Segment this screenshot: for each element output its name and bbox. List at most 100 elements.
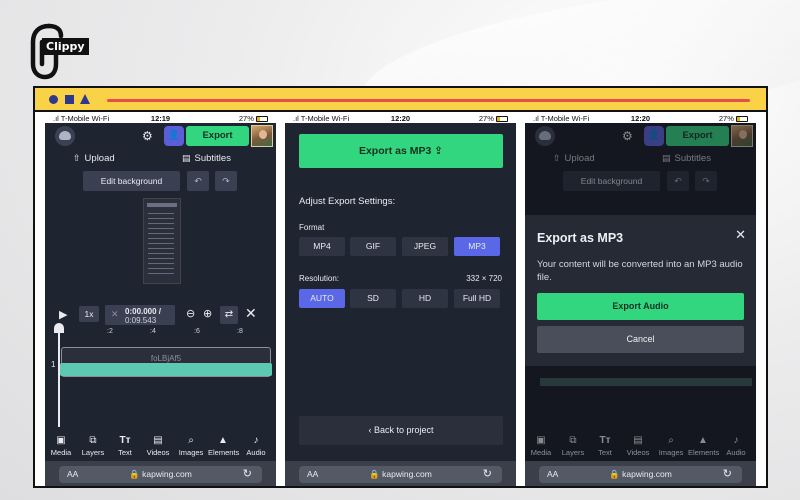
browser-frame: .ıl T-Mobile Wi-Fi 12:19 27% ⚙ 👤 Export … xyxy=(33,86,768,488)
text-icon: Tт xyxy=(119,435,131,446)
edit-background-button: Edit background xyxy=(563,171,660,191)
close-timeline-icon[interactable]: ✕ xyxy=(245,305,257,322)
address-field[interactable]: AA 🔒 kapwing.com ↻ xyxy=(299,466,502,483)
player-controls: ▶ 1x ✕ 0:00.000 / 0:09.543 ⊖ ⊕ ⇄ ✕ xyxy=(45,303,276,327)
square-icon xyxy=(65,95,74,104)
elements-icon: ▲ xyxy=(218,435,228,446)
format-mp4[interactable]: MP4 xyxy=(299,237,345,256)
reload-icon[interactable]: ↻ xyxy=(483,467,492,480)
brand-name: Clippy xyxy=(42,38,89,55)
ruler-tick: :6 xyxy=(194,328,200,335)
resolution-full-hd[interactable]: Full HD xyxy=(454,289,500,308)
close-icon[interactable]: ✕ xyxy=(735,227,746,243)
media-icon: ▣ xyxy=(56,435,66,446)
export-button: Export xyxy=(666,126,729,146)
export-audio-button[interactable]: Export Audio xyxy=(537,293,744,320)
modal-title: Export as MP3 xyxy=(537,231,624,245)
format-label: Format xyxy=(299,223,325,232)
play-icon[interactable]: ▶ xyxy=(59,308,67,321)
redo-icon[interactable]: ↷ xyxy=(215,171,237,191)
phone-screen-editor: .ıl T-Mobile Wi-Fi 12:19 27% ⚙ 👤 Export … xyxy=(45,113,276,486)
reload-icon[interactable]: ↻ xyxy=(243,467,252,480)
current-time: 0:00.000 / xyxy=(125,307,162,316)
user-avatar xyxy=(731,125,753,147)
lock-icon: 🔒 xyxy=(129,469,143,479)
reload-icon[interactable]: ↻ xyxy=(723,467,732,480)
text-icon: Tт xyxy=(599,435,611,446)
format-gif[interactable]: GIF xyxy=(350,237,396,256)
clip-label: foLBjAf5 xyxy=(150,354,182,363)
edit-background-button[interactable]: Edit background xyxy=(83,171,180,191)
status-bar: .ıl T-Mobile Wi-Fi 12:20 27% xyxy=(525,113,756,123)
back-to-project-button[interactable]: ‹ Back to project xyxy=(299,416,503,445)
phone-screen-export-modal: .ıl T-Mobile Wi-Fi 12:20 27% ⚙ 👤 Export … xyxy=(525,113,756,486)
tool-layers: ⧉ Layers xyxy=(558,435,588,457)
tool-videos: ▤ Videos xyxy=(623,435,653,457)
modal-message: Your content will be converted into an M… xyxy=(537,259,743,283)
lock-icon: 🔒 xyxy=(609,469,623,479)
upload-button[interactable]: ⇧ Upload xyxy=(73,153,115,164)
subtitles-button[interactable]: ▤ Subtitles xyxy=(182,153,231,164)
subtitles-button: ▤ Subtitles xyxy=(662,153,711,164)
lock-icon: 🔒 xyxy=(369,469,383,479)
workspace-avatar[interactable] xyxy=(55,126,75,146)
layers-icon: ⧉ xyxy=(569,435,577,446)
ruler-tick: :4 xyxy=(150,328,156,335)
upload-row: ⇧ Upload ▤ Subtitles xyxy=(45,149,276,169)
close-icon[interactable]: ✕ xyxy=(111,309,119,320)
tool-images[interactable]: ⌕ Images xyxy=(176,435,206,457)
tool-elements[interactable]: ▲ Elements xyxy=(208,435,239,457)
share-icon: ⇪ xyxy=(434,145,444,157)
subtitles-icon: ▤ xyxy=(182,153,191,163)
triangle-icon xyxy=(80,94,90,104)
videos-icon: ▤ xyxy=(633,435,643,446)
safari-url-bar: AA 🔒 kapwing.com ↻ xyxy=(285,461,516,486)
audio-waveform[interactable] xyxy=(60,363,272,376)
gear-icon[interactable]: ⚙ xyxy=(142,129,153,143)
undo-icon[interactable]: ↶ xyxy=(187,171,209,191)
gear-icon: ⚙ xyxy=(622,129,633,143)
format-jpeg[interactable]: JPEG xyxy=(402,237,448,256)
user-avatar[interactable] xyxy=(251,125,273,147)
swap-icon[interactable]: ⇄ xyxy=(220,306,238,324)
address-field[interactable]: AA 🔒 kapwing.com ↻ xyxy=(539,466,742,483)
resolution-sd[interactable]: SD xyxy=(350,289,396,308)
circle-icon xyxy=(49,95,58,104)
timeline-ruler: 0 :2 :4 :6 :8 xyxy=(45,327,276,337)
speed-button[interactable]: 1x xyxy=(79,306,99,322)
tool-audio[interactable]: ♪ Audio xyxy=(241,435,271,457)
tool-videos[interactable]: ▤ Videos xyxy=(143,435,173,457)
resolution-auto[interactable]: AUTO xyxy=(299,289,345,308)
tool-media[interactable]: ▣ Media xyxy=(46,435,76,457)
playhead[interactable] xyxy=(54,323,64,427)
url-text: 🔒 kapwing.com xyxy=(369,469,432,479)
battery: 27% xyxy=(719,114,748,123)
resolution-label: Resolution: xyxy=(299,274,340,283)
tool-layers[interactable]: ⧉ Layers xyxy=(78,435,108,457)
undo-icon: ↶ xyxy=(667,171,689,191)
total-time: 0:09.543 xyxy=(125,316,157,325)
add-user-icon[interactable]: 👤 xyxy=(164,126,184,146)
export-mp3-modal: Export as MP3 ✕ Your content will be con… xyxy=(525,215,756,366)
track-number: 1 xyxy=(51,360,56,369)
resolution-hd[interactable]: HD xyxy=(402,289,448,308)
cancel-button[interactable]: Cancel xyxy=(537,326,744,353)
elements-icon: ▲ xyxy=(698,435,708,446)
status-bar: .ıl T-Mobile Wi-Fi 12:19 27% xyxy=(45,113,276,123)
zoom-out-icon[interactable]: ⊖ xyxy=(186,307,195,320)
upload-row: ⇧ Upload ▤ Subtitles xyxy=(525,149,756,169)
video-preview[interactable] xyxy=(143,198,181,284)
battery-icon xyxy=(256,116,268,123)
battery: 27% xyxy=(479,114,508,123)
export-button[interactable]: Export xyxy=(186,126,249,146)
address-field[interactable]: AA 🔒 kapwing.com ↻ xyxy=(59,466,262,483)
images-icon: ⌕ xyxy=(188,435,194,446)
time-display: ✕ 0:00.000 / 0:09.543 xyxy=(105,305,175,325)
format-mp3[interactable]: MP3 xyxy=(454,237,500,256)
subtitles-icon: ▤ xyxy=(662,153,671,163)
export-as-mp3-button[interactable]: Export as MP3 ⇪ xyxy=(299,134,503,168)
zoom-in-icon[interactable]: ⊕ xyxy=(203,307,212,320)
tool-text[interactable]: Tт Text xyxy=(110,435,140,457)
tool-text: Tт Text xyxy=(590,435,620,457)
dimensions-text: 332 × 720 xyxy=(466,274,502,283)
